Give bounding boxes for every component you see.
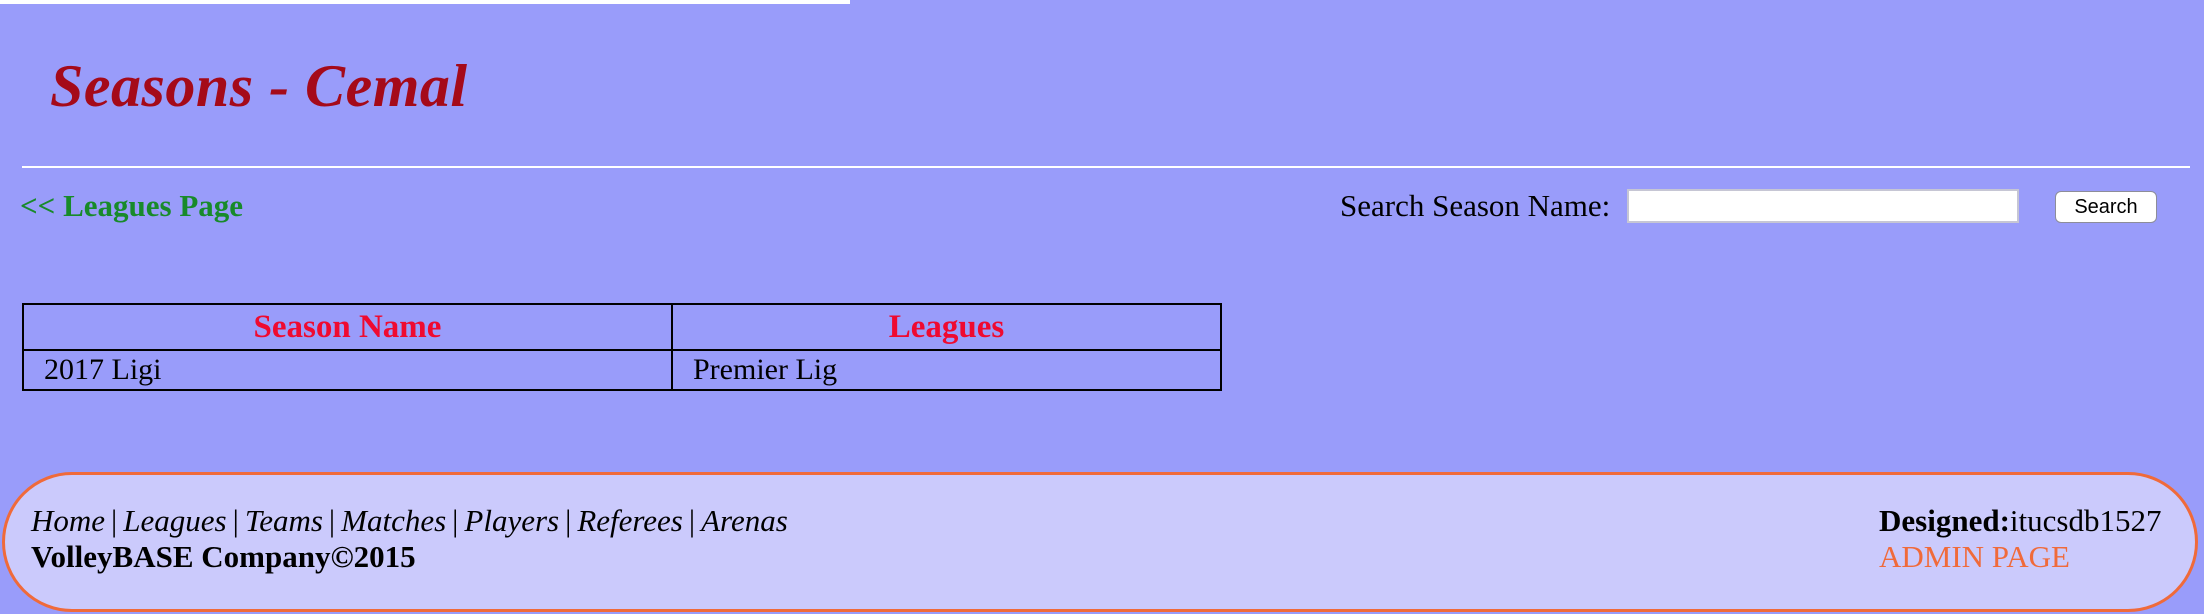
- company-copyright: VolleyBASE Company©2015: [31, 539, 416, 574]
- nav-separator: |: [232, 503, 239, 538]
- admin-page-link[interactable]: ADMIN PAGE: [1879, 539, 2070, 575]
- nav-separator: |: [688, 503, 696, 538]
- footer-link-players[interactable]: Players: [464, 503, 559, 538]
- column-header-leagues: Leagues: [671, 303, 1222, 351]
- page-title: Seasons - Cemal: [50, 53, 468, 119]
- seasons-table: Season Name Leagues 2017 Ligi Premier Li…: [22, 303, 1222, 391]
- nav-separator: |: [328, 503, 336, 538]
- footer-link-referees[interactable]: Referees: [577, 503, 683, 538]
- search-label: Search Season Name:: [1340, 188, 1611, 223]
- designed-value: itucsdb1527: [2009, 503, 2162, 538]
- footer-link-leagues[interactable]: Leagues: [123, 503, 226, 538]
- column-header-season-name: Season Name: [22, 303, 673, 351]
- header-divider: [22, 166, 2190, 168]
- footer-link-matches[interactable]: Matches: [341, 503, 446, 538]
- nav-separator: |: [452, 503, 459, 538]
- footer-link-arenas[interactable]: Arenas: [701, 503, 788, 538]
- table-header-row: Season Name Leagues: [22, 303, 1222, 351]
- footer: Home | Leagues | Teams | Matches | Players | Refer…: [2, 472, 2198, 612]
- nav-separator: |: [111, 503, 118, 538]
- footer-nav: Home | Leagues | Teams | Matches | Players | Refer…: [31, 503, 788, 539]
- designed-by: Designed:itucsdb1527: [1879, 503, 2161, 539]
- footer-link-teams[interactable]: Teams: [245, 503, 323, 538]
- table-row: 2017 Ligi Premier Lig: [22, 349, 1222, 391]
- leagues-cell: Premier Lig: [671, 349, 1222, 391]
- footer-link-home[interactable]: Home: [31, 503, 105, 538]
- designed-label: Designed:: [1879, 503, 2010, 538]
- nav-separator: |: [565, 503, 572, 538]
- search-button[interactable]: Search: [2055, 191, 2157, 223]
- top-accent-line: [0, 0, 850, 4]
- season-name-cell: 2017 Ligi: [22, 349, 673, 391]
- search-input[interactable]: [1627, 189, 2019, 223]
- back-to-leagues-link[interactable]: << Leagues Page: [20, 188, 243, 224]
